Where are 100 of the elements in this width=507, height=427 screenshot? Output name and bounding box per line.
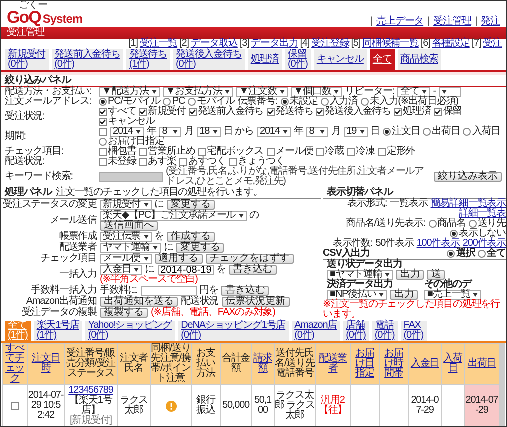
dropdown[interactable]: 19 — [344, 127, 368, 137]
nav-link[interactable]: データ出力 — [251, 39, 298, 49]
dropdown[interactable]: 受注伝票 — [100, 232, 152, 242]
radio-button[interactable] — [463, 128, 472, 136]
top-link[interactable]: 発注 — [481, 17, 500, 27]
column-header[interactable]: すべてチェック — [3, 344, 27, 384]
output-button[interactable]: 出力 — [396, 270, 424, 280]
link[interactable]: 200件表示 — [462, 239, 506, 249]
column-header[interactable]: 入荷日 — [442, 344, 464, 384]
checkbox[interactable] — [316, 108, 324, 116]
radio-button[interactable] — [383, 128, 392, 136]
dropdown[interactable]: 2014 — [257, 127, 291, 137]
status-tab[interactable]: 保留 (0件) — [285, 49, 311, 70]
checkbox[interactable] — [139, 108, 148, 116]
radio-button[interactable] — [447, 250, 456, 258]
action-button[interactable]: 送信画面へ — [100, 221, 158, 231]
action-button[interactable]: 適用する — [154, 254, 203, 264]
store-tab[interactable]: Amazon店 (0件) — [292, 321, 340, 341]
dropdown[interactable]: メール便 — [100, 254, 152, 264]
checkbox[interactable] — [266, 108, 275, 116]
store-tab[interactable]: 楽天1号店 (1件) — [34, 321, 82, 341]
checkbox[interactable] — [99, 148, 107, 156]
radio-button[interactable] — [188, 98, 196, 106]
radio-button[interactable] — [428, 220, 437, 228]
nav-link[interactable]: 受注一覧 — [140, 39, 178, 49]
radio-button[interactable] — [99, 98, 107, 106]
dropdown[interactable]: ■ヤマト運輸 — [327, 270, 394, 280]
top-link[interactable]: 売上データ — [376, 17, 424, 27]
checkbox[interactable] — [266, 148, 275, 156]
radio-button[interactable] — [450, 230, 458, 238]
action-button[interactable]: チェックをはずす — [206, 254, 294, 264]
radio-button[interactable] — [280, 98, 289, 106]
column-header[interactable]: お届け日指定 — [351, 344, 379, 384]
action-button[interactable]: 作成する — [167, 232, 216, 242]
nav-link[interactable]: 受注 — [483, 39, 502, 49]
nav-link[interactable]: データ取込 — [190, 39, 238, 49]
dropdown[interactable]: 新規受付 — [100, 200, 152, 210]
nav-link[interactable]: 各種設定 — [432, 39, 470, 49]
checkbox[interactable] — [99, 118, 107, 126]
dropdown[interactable]: ▼注文数 — [236, 87, 288, 97]
dropdown[interactable]: ▼配送方法 — [99, 87, 160, 97]
column-header[interactable]: 請求額 — [252, 344, 274, 384]
checkbox[interactable] — [11, 402, 19, 410]
checkbox[interactable] — [139, 148, 148, 156]
action-button[interactable]: 変更する — [176, 243, 224, 253]
checkbox[interactable] — [394, 108, 402, 116]
checkbox[interactable] — [434, 108, 442, 116]
dropdown[interactable]: 2014 — [110, 127, 144, 137]
status-tab[interactable]: 発送後入金待ち (0件) — [173, 49, 245, 70]
link[interactable]: 簡易詳細一覧表示 — [430, 199, 506, 209]
checkbox[interactable] — [198, 148, 206, 156]
action-button[interactable]: 書き込む — [221, 286, 270, 296]
column-header[interactable]: お届け時間帯 — [380, 344, 408, 384]
checkbox[interactable] — [99, 128, 107, 136]
status-tab[interactable]: 処理済 — [248, 49, 282, 70]
status-tab[interactable]: 全て — [370, 49, 395, 70]
radio-button[interactable] — [468, 220, 477, 228]
store-tab[interactable]: 店舗 (0件) — [343, 321, 369, 341]
dropdown[interactable]: ■売上一覧 — [424, 290, 482, 300]
action-button[interactable]: 絞り込み表示 — [434, 172, 502, 182]
status-tab[interactable]: キャンセル — [314, 49, 367, 70]
checkbox[interactable] — [229, 158, 238, 166]
dropdown[interactable]: ▼お支払方法 — [162, 87, 234, 97]
column-header[interactable]: 出荷日 — [465, 344, 499, 384]
status-tab[interactable]: 発送待ち (1件) — [126, 49, 170, 70]
action-button[interactable]: 伝票状況更新 — [222, 297, 290, 307]
checkbox[interactable] — [188, 108, 197, 116]
action-button[interactable]: 出荷通知を送る — [100, 297, 178, 307]
top-link[interactable]: 受注管理 — [434, 17, 472, 27]
radio-button[interactable] — [360, 98, 369, 106]
status-tab[interactable]: 発送前入金待ち (0件) — [52, 49, 124, 70]
nav-link[interactable]: 同梱候補一覧 — [362, 39, 419, 49]
column-header[interactable]: 注文日時 — [28, 344, 64, 384]
dropdown[interactable]: 8 — [159, 127, 182, 137]
dropdown[interactable]: 18 — [196, 127, 221, 137]
column-header[interactable]: 配送業者 — [316, 344, 350, 384]
link[interactable]: 100件表示 — [416, 239, 460, 249]
action-button[interactable]: 複製する — [100, 308, 148, 318]
status-tab[interactable]: 商品検索 — [398, 49, 442, 70]
radio-button[interactable] — [99, 138, 107, 146]
order-link[interactable]: 123456789 — [68, 386, 114, 396]
store-tab[interactable]: Yahoo!ショッピング (0件) — [85, 321, 176, 341]
store-tab[interactable]: 電話 (0件) — [372, 321, 398, 341]
dropdown[interactable]: ▼個口数 — [290, 87, 342, 97]
radio-button[interactable] — [163, 98, 172, 106]
output-button[interactable]: 送 — [427, 270, 446, 280]
action-button[interactable]: 変更する — [167, 200, 216, 210]
dropdown[interactable] — [438, 87, 461, 97]
action-button[interactable]: 書き込む — [229, 265, 278, 275]
dropdown[interactable]: 全て — [397, 87, 430, 97]
dropdown[interactable]: 8 — [306, 127, 328, 137]
dropdown[interactable]: 楽天◆【PC】ご注文承諾メール — [100, 211, 247, 221]
store-tab[interactable]: DeNAショッピング1号店 (0件) — [178, 321, 289, 341]
dropdown[interactable]: 入金日 — [100, 265, 142, 275]
output-button[interactable]: 出力 — [390, 290, 418, 300]
checkbox[interactable] — [139, 158, 148, 166]
column-header[interactable]: 入金日 — [409, 344, 441, 384]
checkbox[interactable] — [378, 148, 386, 156]
dropdown[interactable]: ■NP後払い — [327, 290, 388, 300]
text-field[interactable] — [99, 172, 163, 182]
